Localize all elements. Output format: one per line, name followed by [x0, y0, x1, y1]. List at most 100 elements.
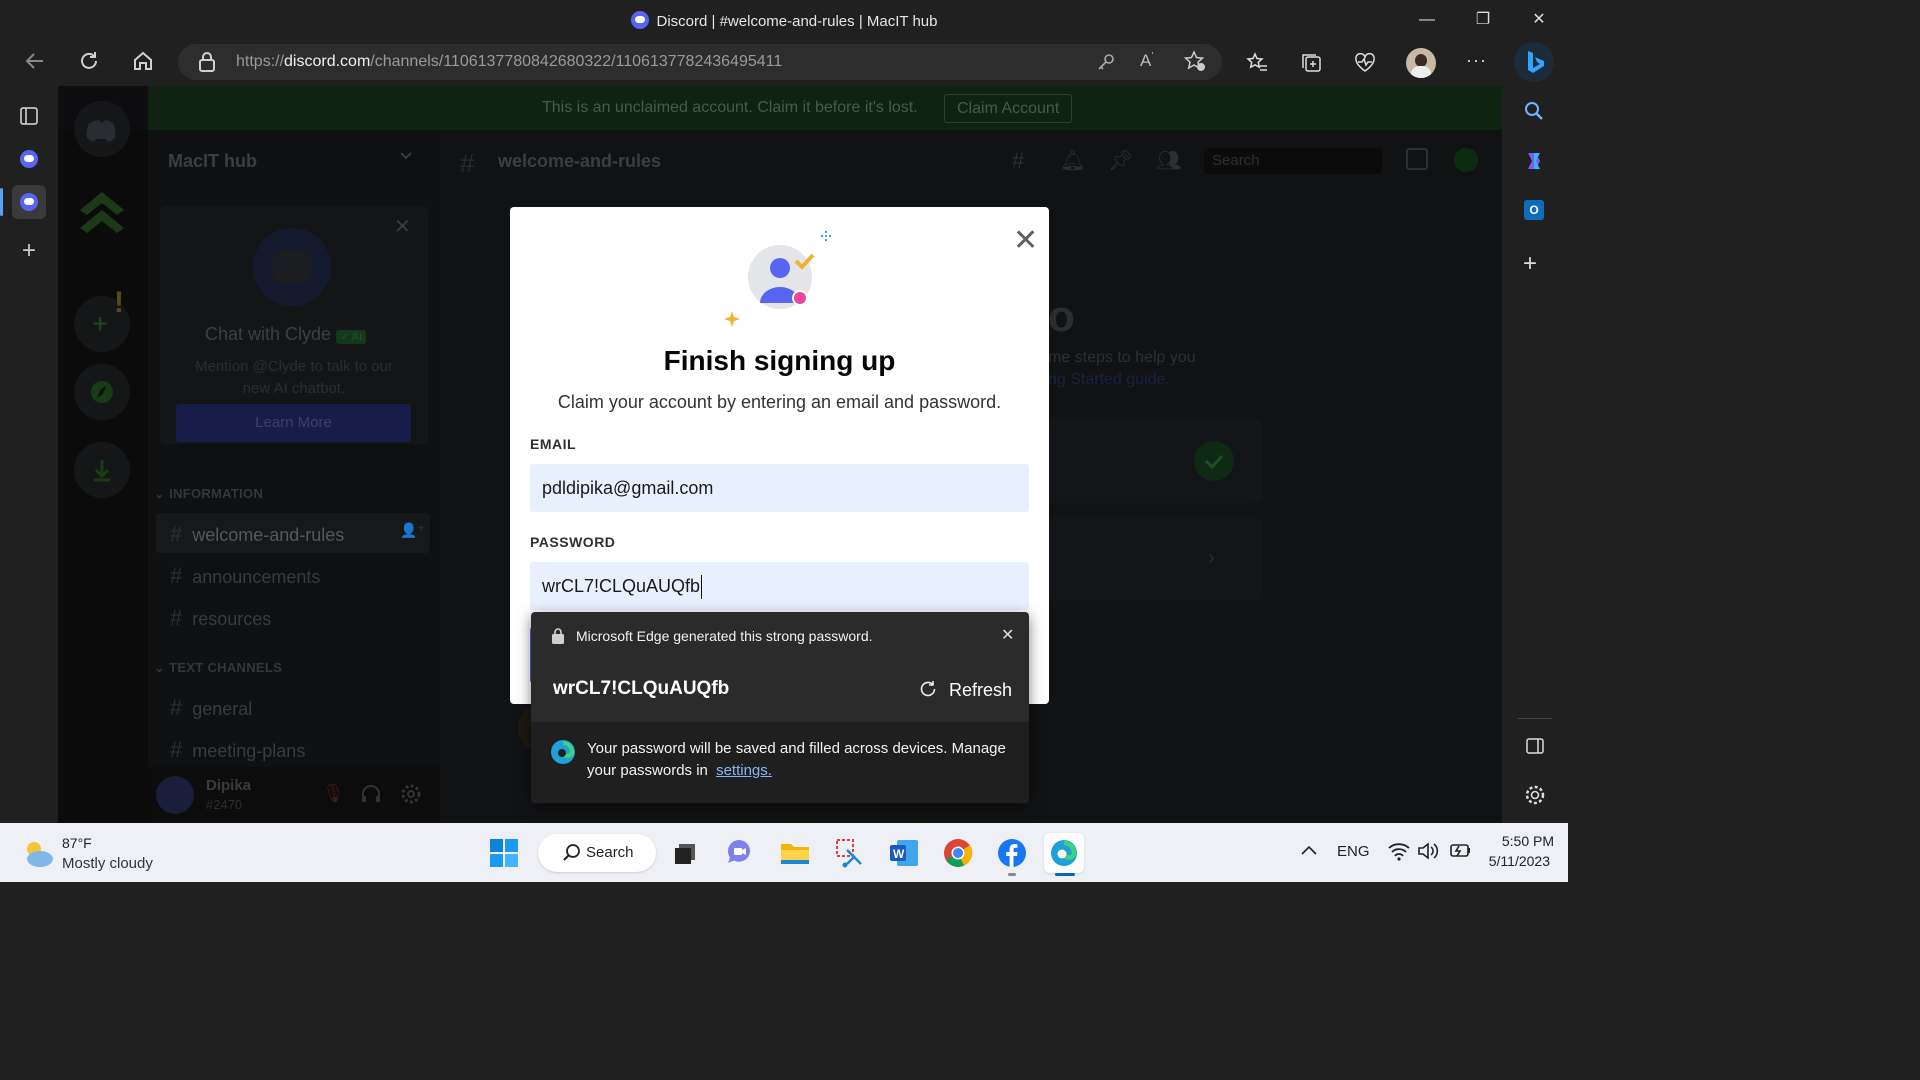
- word-icon[interactable]: W: [884, 833, 924, 873]
- invite-member-icon[interactable]: 👤⁺: [400, 522, 425, 539]
- weather-condition[interactable]: Mostly cloudy: [62, 855, 153, 872]
- welcome-card-2[interactable]: ›: [1048, 517, 1262, 601]
- inbox-icon[interactable]: [1406, 148, 1428, 170]
- suggested-password[interactable]: wrCL7!CLQuAUQfb: [553, 678, 729, 700]
- start-button[interactable]: [484, 833, 524, 873]
- user-settings-gear-icon[interactable]: [400, 783, 422, 810]
- file-explorer-icon[interactable]: [775, 833, 815, 873]
- teams-chat-icon[interactable]: [720, 833, 760, 873]
- back-arrow-icon[interactable]: [20, 50, 50, 76]
- weather-icon[interactable]: [20, 837, 56, 874]
- settings-link[interactable]: settings.: [716, 762, 772, 779]
- key-icon[interactable]: [1096, 52, 1116, 77]
- explore-servers-icon[interactable]: [74, 364, 130, 420]
- snipping-tool-icon[interactable]: [830, 833, 870, 873]
- lock-icon[interactable]: [198, 52, 216, 77]
- email-field[interactable]: pdldipika@gmail.com: [530, 464, 1029, 512]
- sidebar-search-icon[interactable]: [1523, 100, 1545, 127]
- modal-subtitle: Claim your account by entering an email …: [557, 392, 1002, 412]
- channel-meeting-plans[interactable]: # meeting-plans: [170, 737, 305, 763]
- hide-sidebar-icon[interactable]: [1526, 738, 1544, 759]
- close-promo-icon[interactable]: ✕: [394, 214, 411, 239]
- reload-icon[interactable]: [74, 50, 104, 76]
- server-menu-chevron-icon[interactable]: [398, 148, 414, 169]
- close-window-button[interactable]: ✕: [1524, 8, 1554, 32]
- channel-general[interactable]: # general: [170, 695, 252, 721]
- popup-info-section: Your password will be saved and filled a…: [531, 722, 1029, 803]
- favorites-icon[interactable]: [1246, 52, 1268, 79]
- threads-icon[interactable]: #: [1012, 148, 1024, 174]
- profile-avatar[interactable]: [1406, 48, 1436, 78]
- sidebar-divider: [1518, 718, 1552, 719]
- add-server-button[interactable]: + !: [74, 286, 130, 352]
- browser-essentials-icon[interactable]: [1354, 52, 1376, 79]
- popup-close-icon[interactable]: ✕: [1001, 625, 1014, 645]
- new-tab-plus-icon[interactable]: +: [12, 234, 46, 268]
- restore-button[interactable]: ❐: [1468, 8, 1498, 32]
- download-apps-icon[interactable]: [74, 442, 130, 498]
- edge-taskbar-icon[interactable]: [1044, 833, 1084, 873]
- discord-home-button[interactable]: [74, 101, 130, 157]
- member-list-icon[interactable]: 👥︎: [1156, 148, 1181, 173]
- category-text-channels[interactable]: ⌄ TEXT CHANNELS: [154, 660, 282, 676]
- claim-account-button[interactable]: Claim Account: [944, 94, 1073, 123]
- discord-tab-icon: [20, 150, 38, 168]
- task-view-icon[interactable]: [666, 833, 706, 873]
- clyde-title: Chat with Clyde ✓ AI: [205, 324, 367, 345]
- unclaimed-banner: This is an unclaimed account. Claim it b…: [148, 86, 1502, 130]
- chrome-icon[interactable]: [938, 833, 978, 873]
- edge-vertical-tabs: +: [0, 86, 58, 823]
- windows-taskbar: 87°F Mostly cloudy Search W ENG 5:50 PM …: [0, 823, 1568, 882]
- show-hidden-icons-chevron-icon[interactable]: [1300, 843, 1318, 862]
- facebook-icon[interactable]: [992, 833, 1032, 873]
- bing-chat-icon[interactable]: [1514, 42, 1554, 82]
- getting-started-link[interactable]: ng Started guide.: [1048, 371, 1170, 389]
- password-field[interactable]: wrCL7!CLQuAUQfb: [530, 562, 1029, 610]
- minimize-button[interactable]: —: [1412, 8, 1442, 32]
- address-bar[interactable]: https://discord.com/channels/11061377808…: [178, 44, 1222, 80]
- server-icon-macit[interactable]: [76, 188, 128, 243]
- refresh-button[interactable]: Refresh: [949, 680, 1012, 701]
- home-icon[interactable]: [128, 50, 158, 76]
- server-name[interactable]: MacIT hub: [168, 151, 257, 172]
- sidebar-settings-icon[interactable]: [1524, 784, 1546, 811]
- channel-announcements[interactable]: # announcements: [170, 563, 320, 589]
- channel-search-input[interactable]: Search: [1204, 148, 1382, 174]
- clyde-promo-card: ✕ Chat with Clyde ✓ AI Mention @Clyde to…: [160, 206, 428, 444]
- welcome-card-1[interactable]: [1048, 419, 1262, 503]
- channel-resources[interactable]: # resources: [170, 605, 271, 631]
- popup-header-text: Microsoft Edge generated this strong pas…: [576, 628, 873, 644]
- input-language[interactable]: ENG: [1337, 843, 1370, 860]
- modal-close-icon[interactable]: ✕: [1013, 226, 1038, 256]
- notification-bell-icon[interactable]: 🔔︎: [1060, 148, 1085, 173]
- volume-icon[interactable]: [1417, 841, 1439, 866]
- refresh-icon[interactable]: [918, 679, 938, 704]
- clock-time[interactable]: 5:50 PM: [1490, 833, 1554, 849]
- wifi-icon[interactable]: [1388, 841, 1410, 866]
- mute-mic-icon[interactable]: 🎙: [322, 783, 345, 804]
- read-aloud-icon[interactable]: Aʼ: [1140, 51, 1154, 71]
- add-favorite-icon[interactable]: [1183, 50, 1206, 77]
- more-menu-icon[interactable]: ···: [1466, 50, 1487, 71]
- user-avatar[interactable]: [156, 776, 194, 814]
- clock-date[interactable]: 5/11/2023: [1480, 853, 1550, 869]
- category-information[interactable]: ⌄ INFORMATION: [154, 486, 263, 502]
- sidebar-add-icon[interactable]: +: [1523, 250, 1537, 278]
- weather-temperature[interactable]: 87°F: [62, 835, 92, 851]
- url-text[interactable]: https://discord.com/channels/11061377808…: [236, 53, 782, 71]
- channel-welcome-and-rules[interactable]: # welcome-and-rules: [170, 521, 344, 547]
- edge-logo-icon: [550, 739, 576, 765]
- collections-icon[interactable]: [1300, 52, 1322, 79]
- taskbar-search[interactable]: Search: [538, 834, 656, 872]
- outlook-icon[interactable]: O: [1524, 200, 1544, 220]
- tab-actions-icon[interactable]: [12, 99, 46, 133]
- headphones-icon[interactable]: [360, 783, 382, 810]
- copilot-icon[interactable]: [1523, 150, 1545, 177]
- pinned-messages-icon[interactable]: 📌︎: [1108, 148, 1133, 173]
- tab-discord-1[interactable]: [12, 142, 46, 176]
- text-caret: [701, 575, 703, 600]
- battery-charging-icon[interactable]: [1447, 842, 1471, 865]
- help-icon[interactable]: [1454, 148, 1478, 172]
- tab-discord-active[interactable]: [12, 185, 46, 219]
- learn-more-button[interactable]: Learn More: [176, 404, 411, 442]
